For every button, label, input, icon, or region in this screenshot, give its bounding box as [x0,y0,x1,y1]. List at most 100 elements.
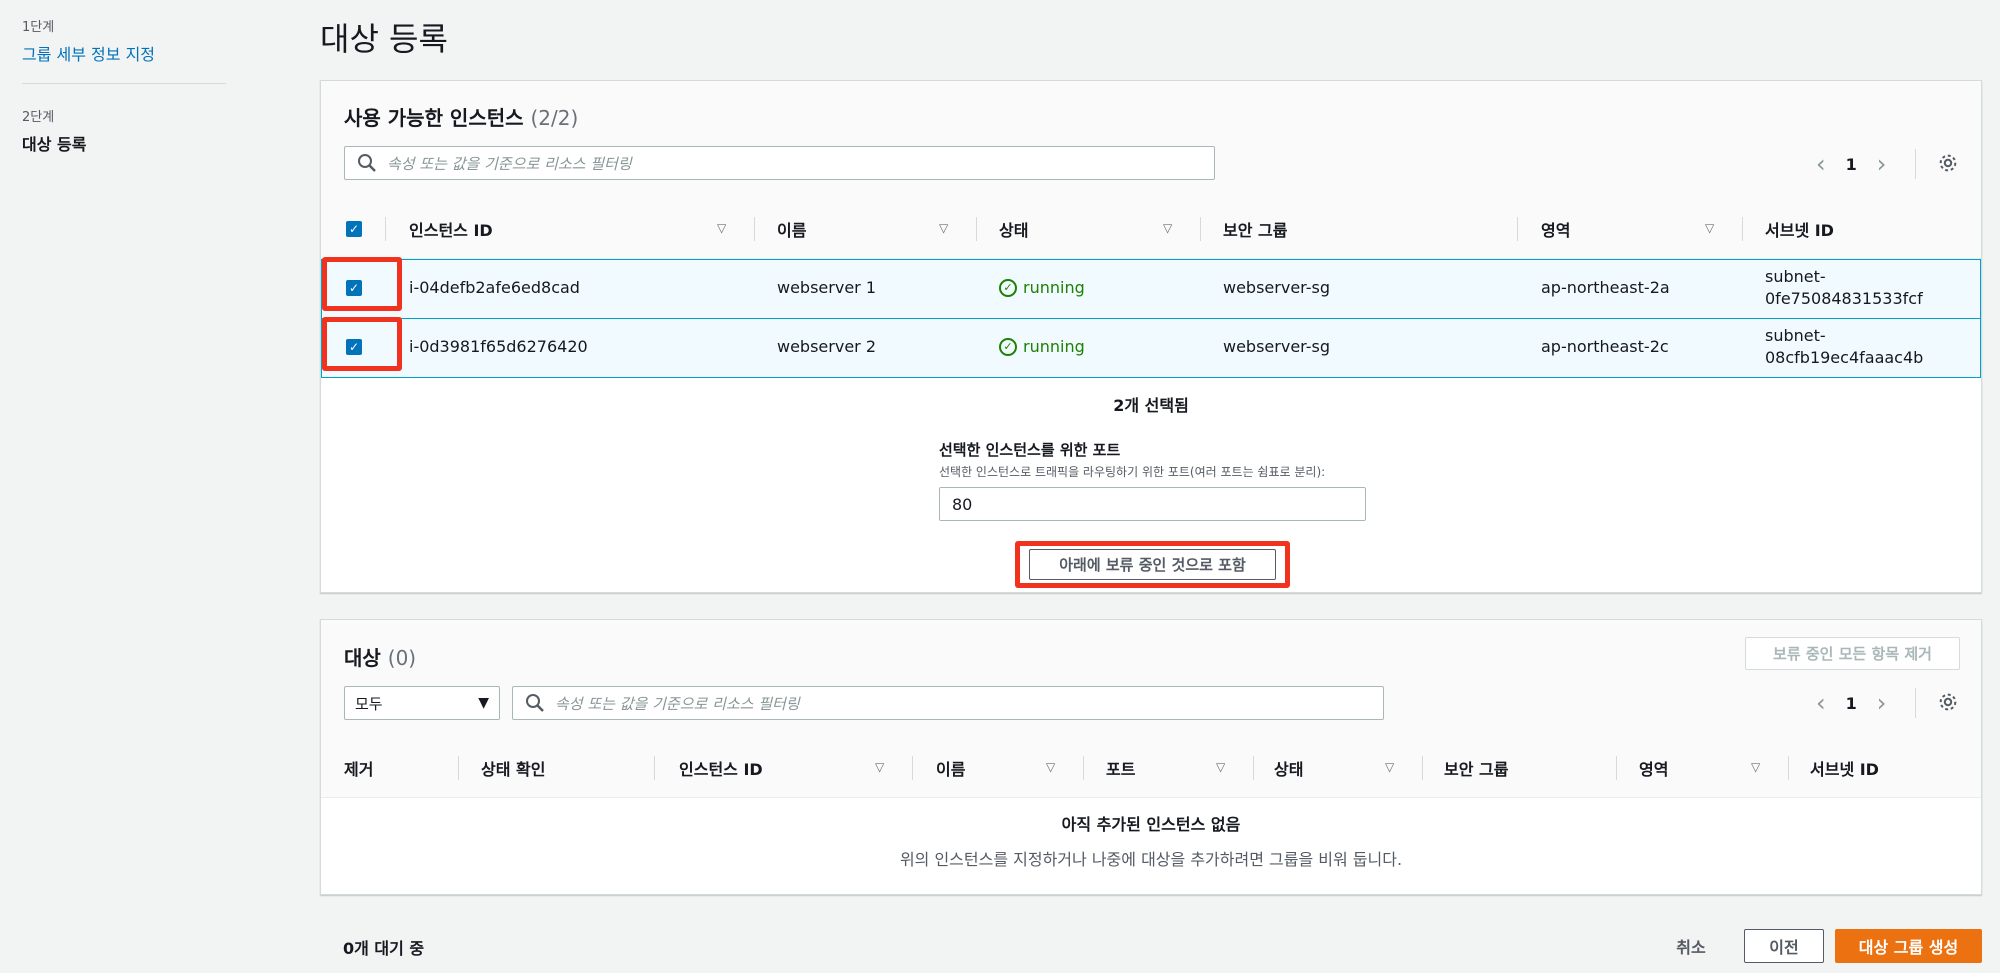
header-separator [385,217,386,241]
header-separator [1616,756,1617,780]
sort-caret-icon[interactable]: ▽ [1705,221,1714,235]
col-security-group[interactable]: 보안 그룹 [1444,738,1508,798]
targets-search-placeholder: 속성 또는 값을 기준으로 리소스 필터링 [555,694,800,713]
table-row[interactable]: ✓ i-0d3981f65d6276420 webserver 2 ✓ runn… [321,318,1981,378]
col-port[interactable]: 포트 [1106,738,1135,798]
col-subnet-id[interactable]: 서브넷 ID [1765,199,1834,259]
header-separator [1517,217,1518,241]
selected-count: 2개 선택됨 [1113,396,1189,415]
select-all-checkbox[interactable]: ✓ [346,221,362,237]
create-target-group-button[interactable]: 대상 그룹 생성 [1835,929,1982,963]
col-health-check[interactable]: 상태 확인 [481,738,545,798]
col-instance-id[interactable]: 인스턴스 ID [409,199,493,259]
header-separator [1422,756,1423,780]
subnet-id-line-1: subnet- [1765,267,1826,286]
wizard-steps: 1단계 그룹 세부 정보 지정 2단계 대상 등록 [22,16,226,155]
next-page-chevron-icon[interactable]: › [1877,689,1887,717]
available-count: (2/2) [530,106,579,130]
previous-button[interactable]: 이전 [1744,929,1824,963]
available-instances-panel: 사용 가능한 인스턴스 (2/2) 속성 또는 값을 기준으로 리소스 필터링 … [320,80,1982,593]
sort-caret-icon[interactable]: ▽ [875,760,884,774]
header-separator [912,756,913,780]
step-1-number: 1단계 [22,20,55,35]
available-table-header: ✓ 인스턴스 ID ▽ 이름 ▽ 상태 ▽ 보안 그룹 영역 ▽ 서브넷 ID [321,199,1981,259]
header-separator [1253,756,1254,780]
header-separator [1788,756,1789,780]
cancel-button[interactable]: 취소 [1664,929,1718,963]
prev-page-chevron-icon[interactable]: ‹ [1816,150,1826,178]
filter-select[interactable]: 모두 ▼ [344,686,500,720]
caret-down-icon: ▼ [478,695,489,711]
header-separator [458,756,459,780]
header-separator [754,217,755,241]
subnet-id: subnet- 08cfb19ec4faaac4b [1765,325,1923,369]
instance-name: webserver 1 [777,278,876,297]
available-search-placeholder: 속성 또는 값을 기준으로 리소스 필터링 [387,154,632,173]
settings-gear-icon[interactable] [1937,152,1959,174]
search-icon [526,694,544,712]
col-name[interactable]: 이름 [777,199,806,259]
sort-caret-icon[interactable]: ▽ [1046,760,1055,774]
targets-panel: 대상 (0) 보류 중인 모든 항목 제거 모두 ▼ 속성 또는 값을 기준으로… [320,619,1982,895]
targets-count: (0) [387,646,417,670]
col-status[interactable]: 상태 [999,199,1028,259]
sort-caret-icon[interactable]: ▽ [1216,760,1225,774]
header-separator [1742,217,1743,241]
step-2-number: 2단계 [22,110,55,125]
instance-id: i-0d3981f65d6276420 [409,337,588,356]
search-icon [358,154,376,172]
sort-caret-icon[interactable]: ▽ [1163,221,1172,235]
instance-name: webserver 2 [777,337,876,356]
available-panel-header [321,81,1981,199]
available-panel-title: 사용 가능한 인스턴스 (2/2) [344,102,578,131]
port-value: 80 [952,494,973,514]
available-pagination: ‹ 1 › [1816,150,1887,178]
col-name[interactable]: 이름 [936,738,965,798]
sort-caret-icon[interactable]: ▽ [717,221,726,235]
col-instance-id[interactable]: 인스턴스 ID [679,738,763,798]
remove-all-pending-button[interactable]: 보류 중인 모든 항목 제거 [1745,637,1960,670]
targets-page-number[interactable]: 1 [1846,694,1857,713]
sort-caret-icon[interactable]: ▽ [939,221,948,235]
subnet-id: subnet- 0fe75084831533fcf [1765,266,1923,310]
table-row[interactable]: ✓ i-04defb2afe6ed8cad webserver 1 ✓ runn… [321,259,1981,319]
security-group: webserver-sg [1223,278,1330,297]
available-page-number[interactable]: 1 [1846,155,1857,174]
settings-gear-icon[interactable] [1937,691,1959,713]
prev-page-chevron-icon[interactable]: ‹ [1816,689,1826,717]
instance-status: ✓ running [999,278,1085,297]
col-status[interactable]: 상태 [1274,738,1303,798]
empty-state-description: 위의 인스턴스를 지정하거나 나중에 대상을 추가하려면 그룹을 비워 둡니다. [899,850,1403,869]
pager-divider [1915,149,1916,179]
pending-count: 0개 대기 중 [343,939,425,958]
header-separator [976,217,977,241]
header-separator [654,756,655,780]
steps-divider [22,83,226,84]
col-zone[interactable]: 영역 [1639,738,1668,798]
instance-status: ✓ running [999,337,1085,356]
availability-zone: ap-northeast-2a [1541,278,1670,297]
port-description: 선택한 인스턴스로 트래픽을 라우팅하기 위한 포트(여러 포트는 쉼표로 분리… [939,465,1326,479]
port-label: 선택한 인스턴스를 위한 포트 [939,441,1121,459]
header-separator [1083,756,1084,780]
sort-caret-icon[interactable]: ▽ [1385,760,1394,774]
status-text: running [1023,337,1085,356]
port-input[interactable]: 80 [939,487,1366,521]
step-1-link[interactable]: 그룹 세부 정보 지정 [22,41,226,65]
col-subnet-id[interactable]: 서브넷 ID [1810,738,1879,798]
targets-table-header: 제거 상태 확인 인스턴스 ID ▽ 이름 ▽ 포트 ▽ 상태 ▽ 보안 그룹 … [321,738,1981,798]
empty-state-title: 아직 추가된 인스턴스 없음 [1061,815,1241,834]
col-security-group[interactable]: 보안 그룹 [1223,199,1287,259]
subnet-id-line-2: 0fe75084831533fcf [1765,289,1923,308]
col-zone[interactable]: 영역 [1541,199,1570,259]
sort-caret-icon[interactable]: ▽ [1751,760,1760,774]
include-pending-button[interactable]: 아래에 보류 중인 것으로 포함 [1029,549,1276,580]
available-search-input[interactable]: 속성 또는 값을 기준으로 리소스 필터링 [344,146,1215,180]
targets-search-input[interactable]: 속성 또는 값을 기준으로 리소스 필터링 [512,686,1384,720]
step-2-current: 대상 등록 [22,135,87,154]
pager-divider [1915,688,1916,718]
subnet-id-line-2: 08cfb19ec4faaac4b [1765,348,1924,367]
next-page-chevron-icon[interactable]: › [1877,150,1887,178]
available-title-text: 사용 가능한 인스턴스 [344,106,524,130]
instance-id: i-04defb2afe6ed8cad [409,278,580,297]
